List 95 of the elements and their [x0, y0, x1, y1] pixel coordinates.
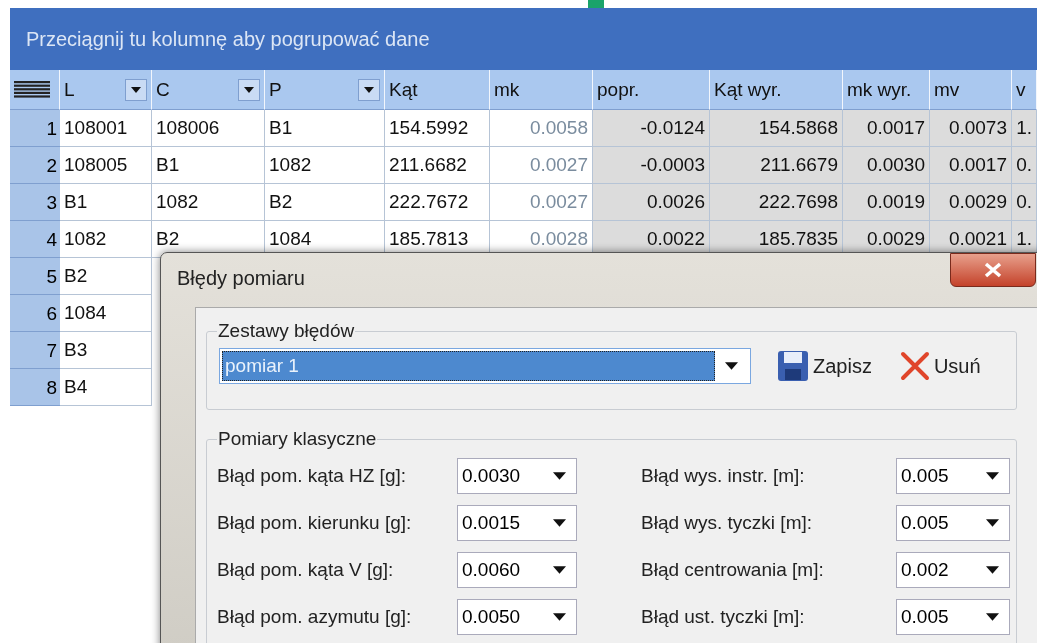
table-cell: 0.0017: [843, 110, 930, 147]
caret-icon: [986, 519, 999, 527]
dropdown[interactable]: 0.002: [896, 552, 1010, 588]
close-icon: [899, 351, 930, 381]
dropdown[interactable]: 0.0060: [457, 552, 577, 588]
table-cell: 0.0027: [490, 184, 593, 221]
table-cell: 1084: [60, 295, 152, 332]
row-number: 3: [10, 184, 60, 221]
caret-icon: [986, 566, 999, 574]
row-number: 2: [10, 147, 60, 184]
table-cell: B2: [265, 184, 385, 221]
group-title: Pomiary klasyczne: [217, 428, 378, 450]
dropdown[interactable]: 0.0015: [457, 505, 577, 541]
table-cell: B3: [60, 332, 152, 369]
column-header[interactable]: L: [60, 70, 152, 110]
table-cell: -0.0003: [593, 147, 710, 184]
dropdown[interactable]: 0.005: [896, 458, 1010, 494]
column-header[interactable]: mk: [490, 70, 593, 110]
dropdown[interactable]: 0.0030: [457, 458, 577, 494]
table-cell: 1.: [1012, 110, 1037, 147]
table-cell: 1082: [60, 221, 152, 258]
table-cell: B4: [60, 369, 152, 406]
dropdown[interactable]: 0.005: [896, 505, 1010, 541]
column-header[interactable]: Kąt: [385, 70, 490, 110]
row-number: 1: [10, 110, 60, 147]
group-panel-hint: Przeciągnij tu kolumnę aby pogrupować dane: [10, 8, 1037, 70]
column-header[interactable]: P: [265, 70, 385, 110]
table-cell: 154.5992: [385, 110, 490, 147]
table-cell: 0.0026: [593, 184, 710, 221]
table-cell: 108005: [60, 147, 152, 184]
tab-marker: [588, 0, 604, 8]
table-cell: 0.0029: [930, 184, 1012, 221]
caret-icon: [553, 519, 566, 527]
caret-icon: [244, 86, 254, 93]
table-cell: 222.7672: [385, 184, 490, 221]
column-header[interactable]: v: [1012, 70, 1037, 110]
row-number: 6: [10, 295, 60, 332]
field-label: Błąd pom. kąta V [g]:: [217, 559, 395, 581]
row-number: 7: [10, 332, 60, 369]
table-cell: 0.0073: [930, 110, 1012, 147]
row-number: 5: [10, 258, 60, 295]
table-cell: 108001: [60, 110, 152, 147]
table-cell: 0.: [1012, 147, 1037, 184]
table-cell: 0.0017: [930, 147, 1012, 184]
caret-icon: [553, 566, 566, 574]
close-button[interactable]: [950, 253, 1036, 287]
field-label: Błąd pom. kąta HZ [g]:: [217, 465, 408, 487]
toolbar-button[interactable]: Zapisz: [775, 348, 874, 384]
column-header[interactable]: mk wyr.: [843, 70, 930, 110]
table-cell: 108006: [152, 110, 265, 147]
table-cell: 1082: [152, 184, 265, 221]
group-title: Zestawy błędów: [217, 320, 356, 342]
dropdown[interactable]: 0.005: [896, 599, 1010, 635]
field-label: Błąd wys. tyczki [m]:: [641, 512, 814, 534]
table-cell: 0.0019: [843, 184, 930, 221]
caret-icon: [986, 613, 999, 621]
caret-icon: [553, 472, 566, 480]
table-cell: B1: [152, 147, 265, 184]
close-icon: [984, 262, 1002, 278]
filter-button[interactable]: [358, 78, 380, 101]
table-cell: 1082: [265, 147, 385, 184]
field-label: Błąd ust. tyczki [m]:: [641, 606, 806, 628]
toolbar-button[interactable]: Usuń: [897, 349, 983, 383]
row-number: 8: [10, 369, 60, 406]
dropdown[interactable]: 0.0050: [457, 599, 577, 635]
table-cell: 0.0058: [490, 110, 593, 147]
column-header[interactable]: mv: [930, 70, 1012, 110]
dialog-title: Błędy pomiaru: [177, 267, 305, 290]
filter-button[interactable]: [125, 78, 147, 101]
field-label: Błąd pom. kierunku [g]:: [217, 512, 413, 534]
table-cell: 154.5868: [710, 110, 843, 147]
caret-icon: [553, 613, 566, 621]
table-cell: -0.0124: [593, 110, 710, 147]
table-cell: B1: [60, 184, 152, 221]
caret-icon: [131, 86, 141, 93]
menu-icon[interactable]: [14, 80, 50, 99]
column-header[interactable]: Kąt wyr.: [710, 70, 843, 110]
caret-icon: [364, 86, 374, 93]
table-cell: B1: [265, 110, 385, 147]
field-label: Błąd pom. azymutu [g]:: [217, 606, 413, 628]
column-header[interactable]: popr.: [593, 70, 710, 110]
field-label: Błąd wys. instr. [m]:: [641, 465, 806, 487]
table-cell: 211.6682: [385, 147, 490, 184]
row-number: 4: [10, 221, 60, 258]
caret-icon: [725, 362, 738, 370]
caret-icon: [986, 472, 999, 480]
filter-button[interactable]: [238, 78, 260, 101]
table-cell: 211.6679: [710, 147, 843, 184]
table-cell: 0.: [1012, 184, 1037, 221]
field-label: Błąd centrowania [m]:: [641, 559, 825, 581]
column-header[interactable]: C: [152, 70, 265, 110]
table-cell: 0.0030: [843, 147, 930, 184]
table-cell: B2: [60, 258, 152, 295]
table-cell: 0.0027: [490, 147, 593, 184]
table-cell: 222.7698: [710, 184, 843, 221]
